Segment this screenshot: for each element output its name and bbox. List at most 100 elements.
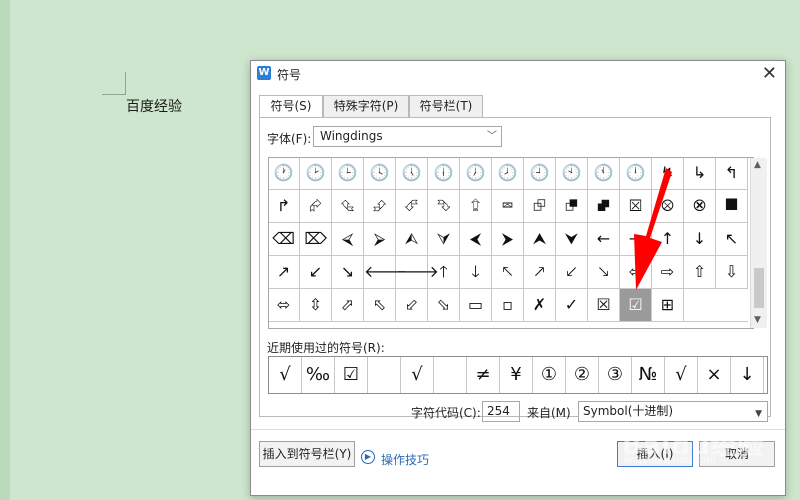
symbol-cell[interactable]: 🡑 (428, 256, 460, 289)
recent-symbol-cell[interactable]: ‰ (302, 357, 335, 393)
symbol-cell[interactable]: ⮝ (524, 223, 556, 256)
symbol-cell[interactable]: ⯀ (716, 190, 748, 223)
symbol-cell[interactable]: ⇨ (652, 256, 684, 289)
symbol-cell[interactable]: ⮙ (396, 223, 428, 256)
recent-symbol-cell[interactable]: № (632, 357, 665, 393)
symbol-cell[interactable]: ↰ (716, 158, 748, 190)
from-select[interactable]: Symbol(十进制) ▼ (578, 401, 768, 422)
symbol-cell[interactable]: ⮟ (556, 223, 588, 256)
symbol-cell[interactable]: 🕙 (556, 158, 588, 190)
symbol-cell[interactable]: ⬁ (364, 289, 396, 322)
symbol-cell[interactable]: ⬂ (428, 289, 460, 322)
symbol-cell[interactable]: ⮺ (524, 190, 556, 223)
symbol-cell[interactable]: ☒ (588, 289, 620, 322)
symbol-cell[interactable]: 🡔 (492, 256, 524, 289)
symbol-cell[interactable]: ⬄ (269, 289, 300, 322)
symbol-cell[interactable]: ⇧ (684, 256, 716, 289)
symbol-cell[interactable]: ⮘ (332, 223, 364, 256)
symbol-cell[interactable]: 🡖 (588, 256, 620, 289)
symbol-cell[interactable]: ⮚ (364, 223, 396, 256)
symbol-cell[interactable]: 🡕 (524, 256, 556, 289)
symbol-cell[interactable]: 🕑 (300, 158, 332, 190)
symbol-cell[interactable]: ⮴ (332, 190, 364, 223)
symbol-cell[interactable]: ⮶ (396, 190, 428, 223)
symbol-cell[interactable]: ⌫ (269, 223, 300, 256)
symbol-cell[interactable]: 🕕 (428, 158, 460, 190)
symbol-cell[interactable]: 🕖 (460, 158, 492, 190)
scroll-down-icon[interactable]: ▼ (754, 315, 761, 325)
tips-link[interactable]: 操作技巧 (381, 451, 429, 468)
symbol-cell[interactable]: ← (588, 223, 620, 256)
symbol-cell[interactable]: ⮼ (588, 190, 620, 223)
font-select[interactable]: Wingdings ﹀ (313, 126, 502, 147)
recent-symbol-cell[interactable] (368, 357, 401, 393)
symbol-cell[interactable]: ⮛ (428, 223, 460, 256)
recent-symbol-cell[interactable]: ① (533, 357, 566, 393)
symbol-cell[interactable]: ⇩ (716, 256, 748, 289)
symbol-cell[interactable]: ↙ (300, 256, 332, 289)
symbol-cell[interactable]: ⮿ (684, 190, 716, 223)
recent-symbol-cell[interactable]: ≠ (467, 357, 500, 393)
insert-to-symbol-bar-button[interactable]: 插入到符号栏(Y) (259, 441, 355, 467)
symbol-cell[interactable]: ⮽ (620, 190, 652, 223)
scrollbar-thumb[interactable] (754, 268, 764, 308)
symbol-cell[interactable]: → (620, 223, 652, 256)
symbol-cell[interactable]: ↱ (269, 190, 300, 223)
recent-symbol-cell[interactable]: ☑ (335, 357, 368, 393)
symbol-cell[interactable]: 🡒 (396, 256, 439, 289)
play-circle-icon[interactable]: ▶ (361, 450, 375, 464)
symbol-cell[interactable]: ⇦ (620, 256, 652, 289)
recent-symbol-cell[interactable]: × (698, 357, 731, 393)
symbol-cell[interactable]: ↯ (652, 158, 684, 190)
symbol-cell[interactable]: 🡗 (556, 256, 588, 289)
symbol-cell[interactable]: ▭ (460, 289, 492, 322)
symbol-cell[interactable]: ✗ (524, 289, 556, 322)
symbol-cell[interactable]: ↖ (716, 223, 748, 256)
symbol-cell[interactable]: ↑ (652, 223, 684, 256)
tab-special-chars[interactable]: 特殊字符(P) (323, 95, 409, 117)
recent-symbol-cell[interactable]: √ (401, 357, 434, 393)
symbol-cell[interactable]: ⮻ (556, 190, 588, 223)
symbol-cell[interactable]: ⮳ (300, 190, 332, 223)
symbol-cell[interactable]: 🕔 (396, 158, 428, 190)
symbol-cell[interactable]: ⮾ (652, 190, 684, 223)
recent-symbol-cell[interactable]: ↓ (731, 357, 764, 393)
document-text[interactable]: 百度经验 (126, 96, 182, 116)
symbol-cell[interactable]: ↳ (684, 158, 716, 190)
symbol-cell[interactable]: ⇳ (300, 289, 332, 322)
recent-symbol-cell[interactable]: √ (269, 357, 302, 393)
dialog-titlebar[interactable]: W 符号 ✕ (251, 61, 785, 87)
symbol-cell[interactable]: ⊞ (652, 289, 684, 322)
symbol-cell[interactable]: 🡓 (460, 256, 492, 289)
recent-symbol-cell[interactable]: ¥ (500, 357, 533, 393)
symbol-cell[interactable]: 🕘 (524, 158, 556, 190)
symbol-cell[interactable]: ⮜ (460, 223, 492, 256)
symbol-cell[interactable]: ⮸ (460, 190, 492, 223)
close-icon[interactable]: ✕ (762, 63, 777, 84)
symbol-grid-scrollbar[interactable]: ▲ ▼ (750, 158, 767, 328)
symbol-cell[interactable]: 🕛 (620, 158, 652, 190)
symbol-cell[interactable]: ⌦ (300, 223, 332, 256)
symbol-cell[interactable]: ▫ (492, 289, 524, 322)
symbol-cell[interactable]: 🕐 (269, 158, 300, 190)
symbol-cell[interactable]: ☑ (620, 289, 652, 322)
recent-symbol-cell[interactable]: ③ (599, 357, 632, 393)
symbol-cell[interactable]: ↓ (684, 223, 716, 256)
recent-symbol-cell[interactable]: ② (566, 357, 599, 393)
char-code-input[interactable]: 254 (482, 401, 520, 422)
symbol-cell[interactable]: 🕚 (588, 158, 620, 190)
tab-symbols[interactable]: 符号(S) (259, 95, 323, 118)
symbol-cell[interactable]: ✓ (556, 289, 588, 322)
symbol-cell[interactable]: ⮵ (364, 190, 396, 223)
symbol-cell[interactable]: ↘ (332, 256, 364, 289)
symbol-cell[interactable]: ⬃ (396, 289, 428, 322)
scroll-up-icon[interactable]: ▲ (754, 160, 761, 170)
symbol-cell[interactable]: 🕓 (364, 158, 396, 190)
symbol-cell[interactable]: 🕗 (492, 158, 524, 190)
symbol-cell[interactable]: ⮞ (492, 223, 524, 256)
symbol-cell[interactable]: ↗ (269, 256, 300, 289)
recent-symbol-cell[interactable]: √ (665, 357, 698, 393)
symbol-cell[interactable]: 🕒 (332, 158, 364, 190)
symbol-cell[interactable]: 🡐 (364, 256, 407, 289)
symbol-cell[interactable]: ⮹ (492, 190, 524, 223)
